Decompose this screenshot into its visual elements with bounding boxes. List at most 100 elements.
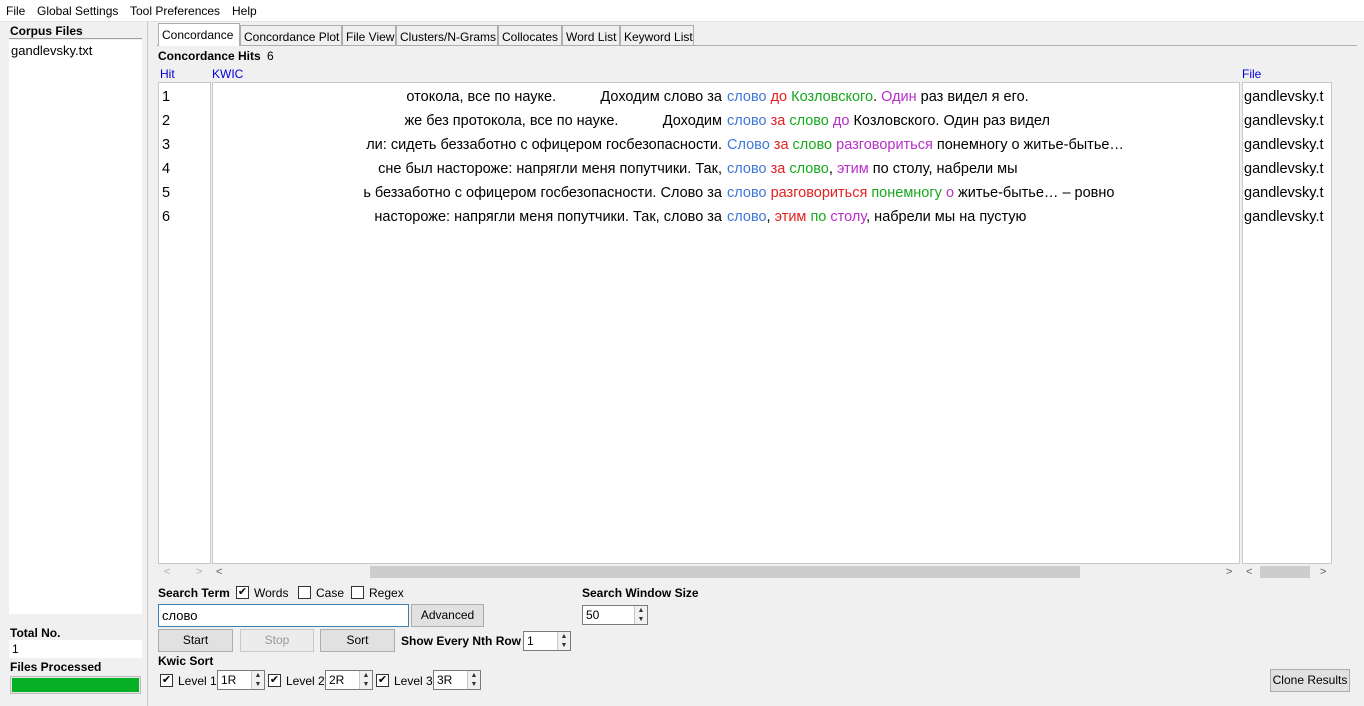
level-3-checkbox[interactable]: ✔ (376, 674, 389, 687)
search-window-size-spinner[interactable]: 50 ▲ ▼ (582, 605, 648, 625)
tab-collocates[interactable]: Collocates (498, 25, 562, 45)
kwic-colored-token: слово (789, 161, 829, 177)
kwic-colored-token: до (770, 89, 788, 105)
file-name-cell: gandlevsky.t (1244, 137, 1324, 153)
spinner-arrows-icon[interactable]: ▲ ▼ (359, 671, 372, 689)
kwic-text: Козловского. Один раз видел (849, 113, 1050, 129)
kwic-right-context: слово за слово, этим по столу, набрели м… (727, 159, 1018, 179)
kwic-right-context: слово до Козловского. Один раз видел я е… (727, 87, 1029, 107)
kwic-colored-token: Слово (727, 137, 770, 153)
kwic-left-context: ь беззаботно с офицером госбезопасности.… (363, 185, 722, 201)
file-name-cell: gandlevsky.t (1244, 161, 1324, 177)
menu-help[interactable]: Help (232, 4, 257, 18)
kwic-text: раз видел я его. (916, 89, 1029, 105)
scroll-left-arrow-icon[interactable]: < (164, 564, 170, 580)
kwic-colored-token: понемногу (871, 185, 942, 201)
kwic-colored-token: слово (727, 185, 767, 201)
corpus-file-list[interactable]: gandlevsky.txt (9, 40, 142, 614)
kwic-text: понемногу о житье-бытье… (932, 137, 1124, 153)
kwic-text: , набрели мы на пустую (866, 209, 1027, 225)
file-name-cell: gandlevsky.t (1244, 209, 1324, 225)
kwic-colored-token: о (945, 185, 955, 201)
search-input[interactable]: слово (158, 604, 409, 627)
kwic-colored-token: слово (727, 113, 767, 129)
menu-tool-preferences[interactable]: Tool Preferences (130, 4, 220, 18)
kwic-scroll-thumb[interactable] (370, 566, 1080, 578)
tab-word-list[interactable]: Word List (562, 25, 620, 45)
kwic-colored-token: Один (881, 89, 917, 105)
column-header-kwic[interactable]: KWIC (212, 67, 243, 81)
scroll-left-arrow-icon[interactable]: < (216, 564, 222, 580)
kwic-text: , (766, 209, 775, 225)
kwic-left-context: настороже: напрягли меня попутчики. Так,… (374, 209, 722, 225)
tab-strip-line (157, 45, 1357, 46)
hit-number: 6 (162, 209, 171, 225)
tab-clusters-ngrams[interactable]: Clusters/N-Grams (396, 25, 498, 45)
level-2-checkbox[interactable]: ✔ (268, 674, 281, 687)
kwic-right-context: слово разговориться понемногу о житье-бы… (727, 183, 1114, 203)
scroll-right-arrow-icon[interactable]: > (1226, 564, 1232, 580)
file-scroll-thumb[interactable] (1260, 566, 1310, 578)
kwic-scrollbar[interactable]: < > (212, 564, 1240, 580)
level-2-value: 2R (329, 673, 345, 687)
level-1-spinner[interactable]: 1R ▲ ▼ (217, 670, 265, 690)
kwic-colored-token: разговориться (770, 185, 868, 201)
hit-number: 3 (162, 137, 171, 153)
kwic-colored-token: этим (836, 161, 869, 177)
tab-concordance[interactable]: Concordance (158, 23, 240, 46)
spinner-arrows-icon[interactable]: ▲ ▼ (634, 606, 647, 624)
level-1-value: 1R (221, 673, 237, 687)
tab-concordance-plot[interactable]: Concordance Plot (240, 25, 342, 45)
nth-row-spinner[interactable]: 1 ▲ ▼ (523, 631, 571, 651)
kwic-colored-token: за (770, 161, 786, 177)
tab-keyword-list[interactable]: Keyword List (620, 25, 694, 45)
kwic-left-context: же без протокола, все по науке. Доходим (404, 113, 722, 129)
menu-file[interactable]: File (6, 4, 25, 18)
scroll-left-arrow-icon[interactable]: < (1246, 564, 1252, 580)
case-label: Case (316, 586, 345, 600)
stop-button[interactable]: Stop (240, 629, 314, 652)
words-checkbox[interactable]: ✔ (236, 586, 249, 599)
hit-number: 4 (162, 161, 171, 177)
search-window-size-label: Search Window Size (582, 586, 699, 600)
menu-global-settings[interactable]: Global Settings (37, 4, 118, 18)
hit-number: 5 (162, 185, 171, 201)
kwic-right-context: Слово за слово разговориться понемногу о… (727, 135, 1124, 155)
spinner-arrows-icon[interactable]: ▲ ▼ (557, 632, 570, 650)
regex-checkbox[interactable] (351, 586, 364, 599)
level-2-spinner[interactable]: 2R ▲ ▼ (325, 670, 373, 690)
files-processed-progress-bar (10, 676, 141, 694)
scroll-right-arrow-icon[interactable]: > (196, 564, 202, 580)
show-every-nth-row-label: Show Every Nth Row (401, 634, 522, 648)
spinner-arrows-icon[interactable]: ▲ ▼ (467, 671, 480, 689)
file-name-cell: gandlevsky.t (1244, 89, 1324, 105)
menu-bar: File Global Settings Tool Preferences He… (0, 0, 1364, 22)
kwic-colored-token: до (832, 113, 850, 129)
tab-file-view[interactable]: File View (342, 25, 396, 45)
sort-button[interactable]: Sort (320, 629, 395, 652)
clone-results-button[interactable]: Clone Results (1270, 669, 1350, 692)
file-scrollbar[interactable]: < > (1242, 564, 1332, 580)
column-header-hit[interactable]: Hit (160, 67, 175, 81)
hit-scrollbar[interactable]: < > (158, 564, 211, 580)
kwic-colored-token: разговориться (836, 137, 933, 153)
nth-row-value: 1 (527, 634, 534, 648)
level-1-label: Level 1 (178, 674, 217, 688)
start-button[interactable]: Start (158, 629, 233, 652)
level-3-spinner[interactable]: 3R ▲ ▼ (433, 670, 481, 690)
case-checkbox[interactable] (298, 586, 311, 599)
kwic-colored-token: за (770, 113, 786, 129)
kwic-right-context: слово, этим по столу, набрели мы на пуст… (727, 207, 1026, 227)
kwic-colored-token: слово (792, 137, 833, 153)
column-header-file[interactable]: File (1242, 67, 1261, 81)
level-1-checkbox[interactable]: ✔ (160, 674, 173, 687)
corpus-file-item[interactable]: gandlevsky.txt (11, 43, 92, 58)
kwic-text: . (873, 89, 882, 105)
advanced-button[interactable]: Advanced (411, 604, 484, 627)
kwic-left-context: сне был настороже: напрягли меня попутчи… (378, 161, 722, 177)
spinner-arrows-icon[interactable]: ▲ ▼ (251, 671, 264, 689)
scroll-right-arrow-icon[interactable]: > (1320, 564, 1326, 580)
kwic-colored-token: этим (774, 209, 807, 225)
kwic-text: по столу, набрели мы (868, 161, 1018, 177)
divider (9, 38, 142, 39)
